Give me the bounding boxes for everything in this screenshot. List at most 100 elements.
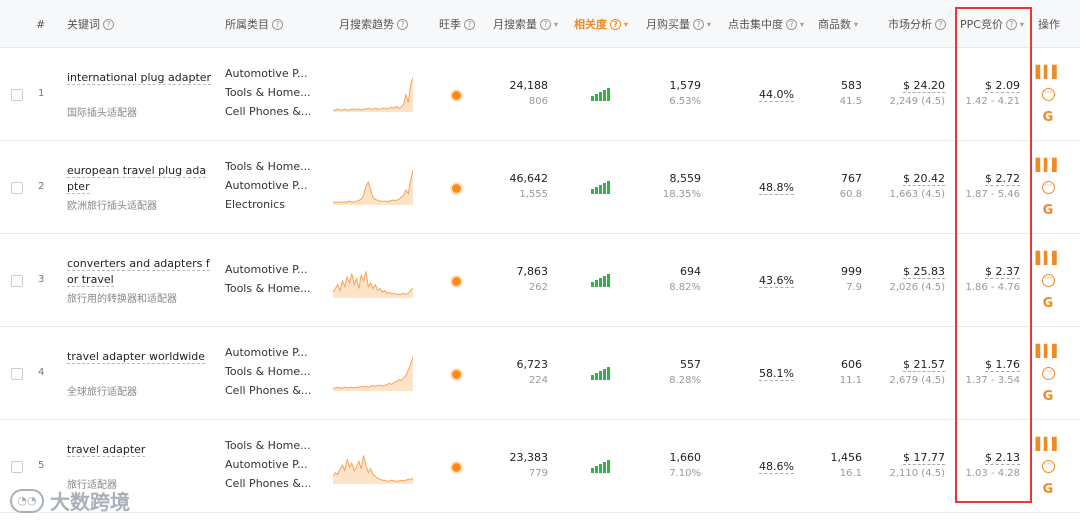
google-icon[interactable]: G bbox=[1040, 478, 1056, 501]
col-market-header[interactable]: 市场分析? bbox=[888, 0, 946, 48]
table-row[interactable]: 3 converters and adapters for travel 旅行用… bbox=[0, 234, 1080, 327]
more-dots-icon[interactable]: ··· bbox=[1041, 88, 1055, 101]
click-concentration-value[interactable]: 58.1% bbox=[759, 367, 794, 381]
row-checkbox[interactable] bbox=[11, 182, 23, 194]
keyword-text[interactable]: european travel plug adapter bbox=[67, 164, 207, 194]
category-item[interactable]: Cell Phones &... bbox=[225, 102, 310, 121]
search-trend-sparkline[interactable] bbox=[333, 258, 413, 298]
bar-chart-icon[interactable]: ▌▍▌ bbox=[1036, 339, 1062, 362]
table-row[interactable]: 1 international plug adapter 国际插头适配器 Aut… bbox=[0, 48, 1080, 141]
keyword-link[interactable]: european travel plug adapter bbox=[67, 163, 212, 195]
keyword-link[interactable]: travel adapter worldwide bbox=[67, 349, 212, 365]
market-price[interactable]: $ 24.20 bbox=[903, 79, 945, 93]
market-price[interactable]: $ 20.42 bbox=[903, 172, 945, 186]
help-icon[interactable]: ? bbox=[935, 18, 946, 30]
category-item[interactable]: Tools & Home... bbox=[225, 83, 310, 102]
help-icon[interactable]: ? bbox=[397, 18, 408, 30]
category-item[interactable]: Tools & Home... bbox=[225, 436, 310, 455]
row-checkbox[interactable] bbox=[11, 461, 23, 473]
col-click-concentration-header[interactable]: 点击集中度? ▾ bbox=[728, 0, 804, 48]
category-item[interactable]: Tools & Home... bbox=[225, 279, 310, 298]
col-ppc-header[interactable]: PPC竞价? ▾ bbox=[960, 0, 1024, 48]
help-icon[interactable]: ? bbox=[786, 18, 797, 30]
help-icon[interactable]: ? bbox=[103, 18, 114, 30]
google-icon[interactable]: G bbox=[1040, 106, 1056, 129]
sort-icon[interactable]: ▾ bbox=[554, 20, 558, 29]
help-icon[interactable]: ? bbox=[610, 18, 621, 30]
category-item[interactable]: Cell Phones &... bbox=[225, 474, 310, 493]
google-icon[interactable]: G bbox=[1040, 199, 1056, 222]
category-item[interactable]: Tools & Home... bbox=[225, 362, 310, 381]
google-icon[interactable]: G bbox=[1040, 292, 1056, 315]
help-icon[interactable]: ? bbox=[464, 18, 475, 30]
category-item[interactable]: Automotive P... bbox=[225, 343, 310, 362]
more-dots-icon[interactable]: ··· bbox=[1041, 181, 1055, 194]
click-concentration-value[interactable]: 48.6% bbox=[759, 460, 794, 474]
col-keyword-header[interactable]: 关键词? bbox=[67, 0, 114, 48]
table-row[interactable]: 2 european travel plug adapter 欧洲旅行插头适配器… bbox=[0, 141, 1080, 234]
keyword-link[interactable]: travel adapter bbox=[67, 442, 212, 458]
keyword-link[interactable]: international plug adapter bbox=[67, 70, 212, 86]
ppc-value[interactable]: $ 1.76 bbox=[985, 358, 1020, 372]
keyword-text[interactable]: travel adapter bbox=[67, 443, 146, 457]
more-action[interactable]: ··· bbox=[1040, 176, 1056, 199]
ppc-value[interactable]: $ 2.37 bbox=[985, 265, 1020, 279]
more-dots-icon[interactable]: ··· bbox=[1041, 460, 1055, 473]
ppc-value[interactable]: $ 2.09 bbox=[985, 79, 1020, 93]
keyword-text[interactable]: converters and adapters for travel bbox=[67, 257, 210, 287]
table-row[interactable]: 5 travel adapter 旅行适配器 Tools & Home... Au… bbox=[0, 420, 1080, 513]
sort-icon[interactable]: ▾ bbox=[624, 20, 628, 29]
click-concentration-value[interactable]: 48.8% bbox=[759, 181, 794, 195]
keyword-text[interactable]: international plug adapter bbox=[67, 71, 212, 85]
more-action[interactable]: ··· bbox=[1040, 269, 1056, 292]
col-peak-header[interactable]: 旺季? bbox=[439, 0, 475, 48]
search-trend-sparkline[interactable] bbox=[333, 351, 413, 391]
row-checkbox[interactable] bbox=[11, 275, 23, 287]
click-concentration-value[interactable]: 44.0% bbox=[759, 88, 794, 102]
sort-icon[interactable]: ▾ bbox=[1020, 20, 1024, 29]
market-price[interactable]: $ 21.57 bbox=[903, 358, 945, 372]
col-search-volume-header[interactable]: 月搜索量? ▾ bbox=[493, 0, 558, 48]
google-icon[interactable]: G bbox=[1040, 385, 1056, 408]
search-trend-sparkline[interactable] bbox=[333, 165, 413, 205]
bar-chart-icon[interactable]: ▌▍▌ bbox=[1036, 60, 1062, 83]
help-icon[interactable]: ? bbox=[540, 18, 551, 30]
search-trend-sparkline[interactable] bbox=[333, 444, 413, 484]
sort-icon[interactable]: ▾ bbox=[854, 20, 858, 29]
ppc-value[interactable]: $ 2.13 bbox=[985, 451, 1020, 465]
sort-icon[interactable]: ▾ bbox=[707, 20, 711, 29]
col-relevance-header[interactable]: 相关度? ▾ bbox=[574, 0, 628, 48]
more-dots-icon[interactable]: ··· bbox=[1041, 367, 1055, 380]
col-category-header[interactable]: 所属类目? bbox=[225, 0, 283, 48]
more-action[interactable]: ··· bbox=[1040, 83, 1056, 106]
bar-chart-icon[interactable]: ▌▍▌ bbox=[1036, 432, 1062, 455]
col-trend-header[interactable]: 月搜索趋势? bbox=[339, 0, 408, 48]
more-dots-icon[interactable]: ··· bbox=[1041, 274, 1055, 287]
keyword-text[interactable]: travel adapter worldwide bbox=[67, 350, 206, 364]
category-item[interactable]: Automotive P... bbox=[225, 176, 310, 195]
help-icon[interactable]: ? bbox=[693, 18, 704, 30]
category-item[interactable]: Cell Phones &... bbox=[225, 381, 310, 400]
category-item[interactable]: Automotive P... bbox=[225, 64, 310, 83]
table-row[interactable]: 4 travel adapter worldwide 全球旅行适配器 Autom… bbox=[0, 327, 1080, 420]
market-price[interactable]: $ 25.83 bbox=[903, 265, 945, 279]
row-checkbox[interactable] bbox=[11, 368, 23, 380]
category-item[interactable]: Automotive P... bbox=[225, 260, 310, 279]
bar-chart-icon[interactable]: ▌▍▌ bbox=[1036, 246, 1062, 269]
col-products-header[interactable]: 商品数 ▾ bbox=[818, 0, 858, 48]
category-item[interactable]: Automotive P... bbox=[225, 455, 310, 474]
search-trend-sparkline[interactable] bbox=[333, 72, 413, 112]
market-price[interactable]: $ 17.77 bbox=[903, 451, 945, 465]
click-concentration-value[interactable]: 43.6% bbox=[759, 274, 794, 288]
sort-icon[interactable]: ▾ bbox=[800, 20, 804, 29]
col-purchase-header[interactable]: 月购买量? ▾ bbox=[646, 0, 711, 48]
more-action[interactable]: ··· bbox=[1040, 455, 1056, 478]
keyword-link[interactable]: converters and adapters for travel bbox=[67, 256, 212, 288]
more-action[interactable]: ··· bbox=[1040, 362, 1056, 385]
bar-chart-icon[interactable]: ▌▍▌ bbox=[1036, 153, 1062, 176]
category-item[interactable]: Tools & Home... bbox=[225, 157, 310, 176]
help-icon[interactable]: ? bbox=[1005, 18, 1017, 30]
category-item[interactable]: Electronics bbox=[225, 195, 310, 214]
row-checkbox[interactable] bbox=[11, 89, 23, 101]
ppc-value[interactable]: $ 2.72 bbox=[985, 172, 1020, 186]
